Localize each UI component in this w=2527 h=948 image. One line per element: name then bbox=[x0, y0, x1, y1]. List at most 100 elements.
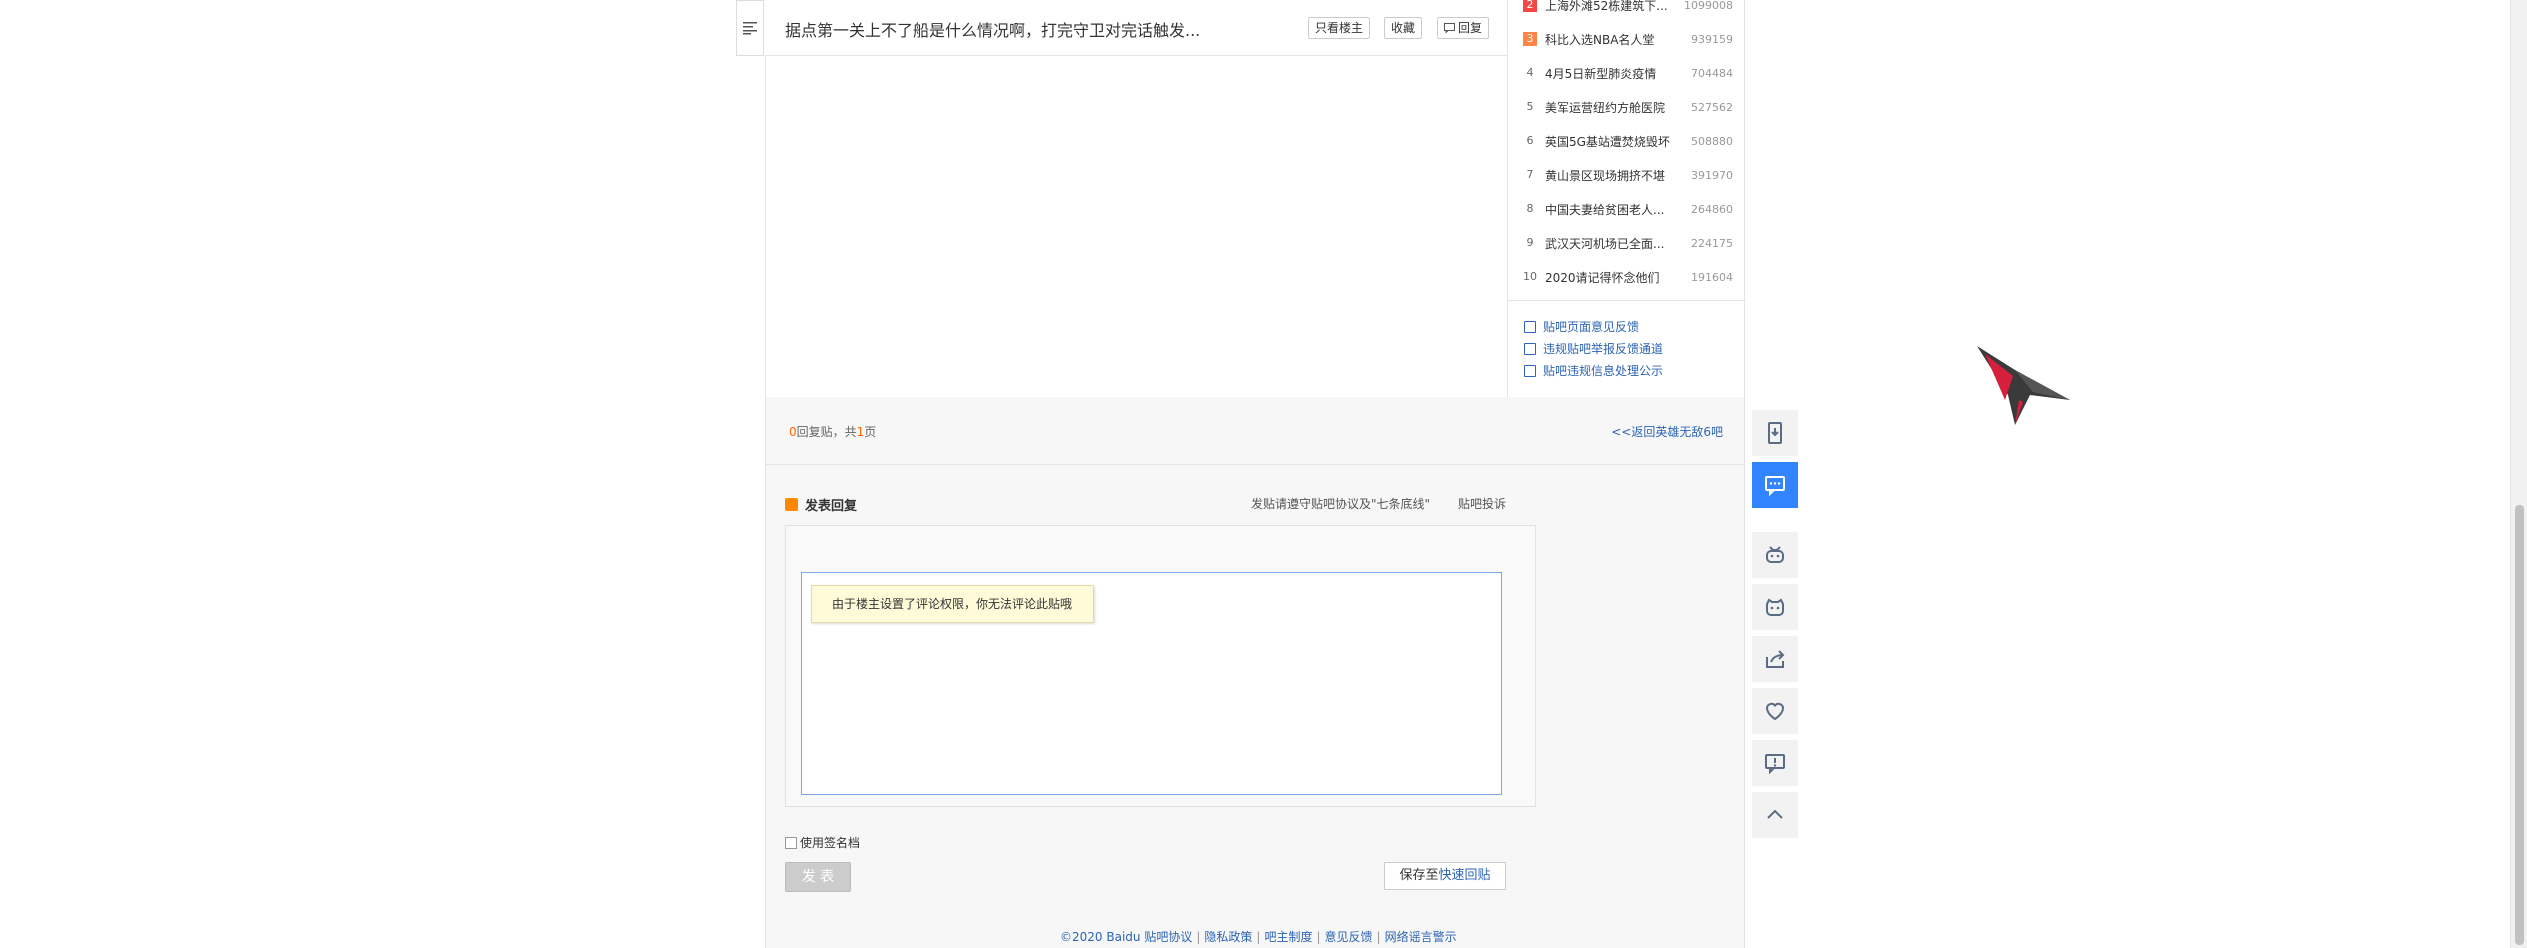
hot-topic-title: 英国5G基站遭焚烧毁坏 bbox=[1545, 134, 1670, 149]
hot-topic-count: 508880 bbox=[1691, 134, 1733, 148]
hot-topic-rank: 2 bbox=[1523, 0, 1537, 12]
footer: ©2020 Baidu 贴吧协议 | 隐私政策 | 吧主制度 | 意见反馈 | 网络谣言警示 bbox=[1060, 930, 1457, 944]
hot-topic-count: 704484 bbox=[1691, 66, 1733, 80]
save-quick-reply-label: 快速回贴 bbox=[1438, 868, 1491, 883]
hot-topic-rank: 6 bbox=[1526, 134, 1534, 147]
save-quick-reply-button[interactable]: 保存至快速回贴 bbox=[1384, 862, 1506, 890]
robot-button[interactable] bbox=[1752, 532, 1798, 578]
outline-toggle-button[interactable] bbox=[736, 0, 764, 56]
back-to-top-button[interactable] bbox=[1752, 792, 1798, 838]
hot-topic-title: 黄山景区现场拥挤不堪 bbox=[1545, 168, 1666, 183]
report-button[interactable] bbox=[1752, 740, 1798, 786]
page-count-label: 页 bbox=[864, 425, 877, 439]
reply-count-label: 回复贴，共 bbox=[796, 425, 857, 439]
save-prefix: 保存至 bbox=[1399, 868, 1439, 883]
comment-icon bbox=[1444, 23, 1455, 33]
footer-link-rumor[interactable]: 网络谣言警示 bbox=[1385, 930, 1457, 944]
hot-topic-item[interactable]: 3 科比入选NBA名人堂 939159 bbox=[1523, 30, 1733, 48]
hot-topic-item[interactable]: 10 2020请记得怀念他们 191604 bbox=[1523, 268, 1733, 286]
hot-topic-item[interactable]: 5 美军运营纽约方舱医院 527562 bbox=[1523, 98, 1734, 116]
report-channel-label: 违规贴吧举报反馈通道 bbox=[1543, 342, 1664, 356]
hot-topic-rank: 4 bbox=[1526, 66, 1534, 79]
heart-icon bbox=[1765, 702, 1785, 721]
page-feedback-label: 贴吧页面意见反馈 bbox=[1543, 320, 1640, 334]
robot-icon bbox=[1766, 546, 1784, 563]
hot-topic-item[interactable]: 2 上海外滩52栋建筑下... 1099008 bbox=[1523, 0, 1733, 14]
sidebar-divider bbox=[1508, 300, 1746, 301]
chevron-up-icon bbox=[1767, 809, 1783, 819]
hot-topic-item[interactable]: 4 4月5日新型肺炎疫情 704484 bbox=[1523, 64, 1734, 82]
hot-topic-count: 1099008 bbox=[1684, 0, 1733, 12]
mascot-decoration bbox=[1977, 346, 2070, 425]
reply-count: 0回复贴，共1页 bbox=[789, 423, 876, 440]
hot-topic-rank: 8 bbox=[1526, 202, 1534, 215]
list-icon bbox=[743, 22, 757, 35]
game-icon bbox=[1766, 598, 1784, 616]
page-scrollbar[interactable] bbox=[2510, 0, 2527, 948]
hot-topic-title: 中国夫妻给贫困老人... bbox=[1545, 202, 1665, 217]
hot-topic-item[interactable]: 8 中国夫妻给贫困老人... 264860 bbox=[1523, 200, 1734, 218]
hot-topic-rank: 10 bbox=[1523, 270, 1537, 283]
hot-topic-rank: 9 bbox=[1526, 236, 1534, 249]
reply-count-number: 0 bbox=[789, 425, 797, 439]
footer-link-moderator[interactable]: 吧主制度 bbox=[1264, 930, 1312, 944]
hot-topic-count: 527562 bbox=[1691, 100, 1733, 114]
back-to-forum-link[interactable]: <<返回英雄无敌6吧 bbox=[1611, 423, 1723, 440]
game-button[interactable] bbox=[1752, 584, 1798, 630]
hot-topic-item[interactable]: 7 黄山景区现场拥挤不堪 391970 bbox=[1523, 166, 1734, 184]
thread-title-bar: 据点第一关上不了船是什么情况啊，打完守卫对完话触发... 只看楼主 收藏 回复 bbox=[765, 0, 1507, 56]
complaint-link[interactable]: 贴吧投诉 bbox=[1458, 495, 1506, 512]
reply-button[interactable]: 回复 bbox=[1437, 17, 1490, 39]
trash-icon bbox=[1524, 364, 1536, 377]
hot-topic-count: 939159 bbox=[1691, 32, 1733, 46]
collect-button[interactable]: 收藏 bbox=[1384, 17, 1423, 39]
post-button[interactable]: 发 表 bbox=[785, 862, 851, 892]
signature-checkbox[interactable] bbox=[785, 836, 797, 849]
share-icon bbox=[1766, 650, 1785, 668]
hot-topic-count: 191604 bbox=[1691, 270, 1733, 284]
report-icon bbox=[1765, 754, 1785, 775]
violation-publicity-label: 贴吧违规信息处理公示 bbox=[1543, 364, 1664, 378]
hot-topic-rank: 7 bbox=[1526, 168, 1534, 181]
hot-topic-title: 上海外滩52栋建筑下... bbox=[1545, 0, 1668, 13]
hot-topic-item[interactable]: 9 武汉天河机场已全面... 224175 bbox=[1523, 234, 1734, 252]
thread-title: 据点第一关上不了船是什么情况啊，打完守卫对完话触发... bbox=[785, 21, 1201, 40]
signature-option[interactable]: 使用签名档 bbox=[785, 834, 860, 851]
hot-topic-title: 4月5日新型肺炎疫情 bbox=[1545, 66, 1657, 81]
hot-topic-title: 科比入选NBA名人堂 bbox=[1545, 32, 1655, 47]
reply-form-title: 发表回复 bbox=[805, 499, 858, 514]
hot-topic-title: 武汉天河机场已全面... bbox=[1545, 236, 1665, 251]
hot-topic-title: 2020请记得怀念他们 bbox=[1545, 270, 1660, 285]
mobile-icon bbox=[1768, 422, 1782, 444]
copyright: ©2020 Baidu bbox=[1060, 930, 1141, 944]
pencil-icon bbox=[785, 498, 798, 511]
rules-link[interactable]: 发贴请遵守贴吧协议及"七条底线" bbox=[1251, 495, 1430, 512]
hot-topic-count: 391970 bbox=[1691, 168, 1733, 182]
footer-link-agreement[interactable]: 贴吧协议 bbox=[1144, 930, 1192, 944]
hot-topic-rank: 5 bbox=[1526, 100, 1534, 113]
reply-button-label: 回复 bbox=[1458, 21, 1483, 35]
like-button[interactable] bbox=[1752, 688, 1798, 734]
page-feedback-link[interactable]: 贴吧页面意见反馈 bbox=[1524, 318, 1639, 335]
chat-icon bbox=[1765, 476, 1785, 497]
report-channel-link[interactable]: 违规贴吧举报反馈通道 bbox=[1524, 340, 1663, 357]
hot-topic-item[interactable]: 6 英国5G基站遭焚烧毁坏 508880 bbox=[1523, 132, 1734, 150]
hot-topic-rank: 3 bbox=[1523, 32, 1537, 46]
hot-topic-title: 美军运营纽约方舱医院 bbox=[1545, 100, 1666, 115]
mobile-button[interactable] bbox=[1752, 410, 1798, 456]
footer-link-feedback[interactable]: 意见反馈 bbox=[1325, 930, 1373, 944]
hot-topic-count: 224175 bbox=[1691, 236, 1733, 250]
footer-link-privacy[interactable]: 隐私政策 bbox=[1204, 930, 1252, 944]
only-author-button[interactable]: 只看楼主 bbox=[1308, 17, 1371, 39]
reply-form-heading: 发表回复 bbox=[785, 495, 857, 514]
scrollbar-thumb[interactable] bbox=[2515, 505, 2524, 945]
right-sidebar: 2 上海外滩52栋建筑下... 1099008 3 科比入选NBA名人堂 939159 4 4… bbox=[1507, 0, 1746, 397]
pager-bar: 0回复贴，共1页 <<返回英雄无敌6吧 bbox=[765, 397, 1745, 465]
share-button[interactable] bbox=[1752, 636, 1798, 682]
violation-publicity-link[interactable]: 贴吧违规信息处理公示 bbox=[1524, 362, 1663, 379]
hot-topic-count: 264860 bbox=[1691, 202, 1733, 216]
chat-button[interactable] bbox=[1752, 462, 1798, 508]
feedback-icon bbox=[1524, 320, 1536, 333]
report-icon bbox=[1524, 342, 1536, 355]
permission-notice: 由于楼主设置了评论权限，你无法评论此贴哦 bbox=[811, 585, 1094, 623]
